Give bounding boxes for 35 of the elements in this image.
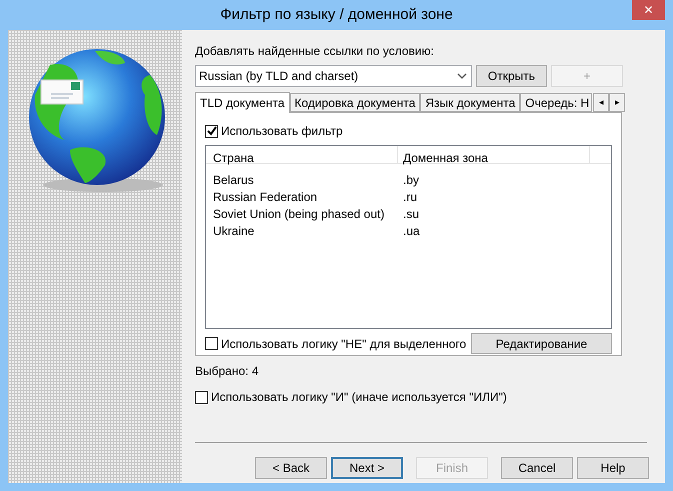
tab[interactable]: Очередь: Н bbox=[520, 93, 592, 112]
domain-cell-text: .su bbox=[402, 206, 420, 222]
checkmark-icon bbox=[206, 126, 216, 136]
condition-label: Добавлять найденные ссылки по условию: bbox=[195, 43, 435, 60]
wizard-button[interactable]: Cancel bbox=[501, 457, 573, 479]
condition-dropdown[interactable]: Russian (by TLD and charset) bbox=[195, 65, 472, 87]
selected-count: Выбрано: 4 bbox=[195, 363, 260, 380]
checkbox[interactable] bbox=[205, 124, 218, 138]
close-button[interactable]: ✕ bbox=[632, 0, 665, 20]
chevron-down-icon bbox=[457, 73, 467, 79]
checkbox[interactable] bbox=[195, 390, 208, 404]
tab-scroll-button[interactable]: ▸ bbox=[609, 93, 626, 112]
column-header[interactable]: Страна bbox=[206, 146, 398, 163]
checkbox[interactable] bbox=[205, 337, 218, 350]
window-title: Фильтр по языку / доменной зоне bbox=[220, 4, 453, 25]
domain-cell-text: .by bbox=[402, 172, 420, 188]
wizard-button[interactable]: Help bbox=[577, 457, 649, 479]
open-button[interactable]: Открыть bbox=[476, 65, 547, 87]
country-cell-text: Soviet Union (being phased out) bbox=[212, 206, 386, 222]
tab[interactable]: TLD документа bbox=[195, 92, 290, 113]
country-cell-text: Belarus bbox=[212, 172, 255, 188]
use-filter-label: Использовать фильтр bbox=[221, 123, 343, 140]
not-logic-label: Использовать логику "НЕ" для выделенного bbox=[221, 336, 466, 352]
domain-cell-text: .ua bbox=[402, 223, 420, 239]
tab-scroll-button[interactable]: ◂ bbox=[593, 93, 610, 112]
wizard-button[interactable]: < Back bbox=[255, 457, 327, 479]
wizard-button[interactable]: Next > bbox=[331, 457, 403, 479]
edit-button[interactable]: Редактирование bbox=[471, 333, 612, 354]
domain-cell-text: .ru bbox=[402, 189, 418, 205]
country-cell-text: Russian Federation bbox=[212, 189, 318, 205]
and-logic-label: Использовать логику "И" (иначе используется "ИЛИ") bbox=[211, 389, 507, 406]
column-header[interactable]: Доменная зона bbox=[398, 146, 590, 163]
tab[interactable]: Язык документа bbox=[420, 93, 520, 112]
tab[interactable]: Кодировка документа bbox=[290, 93, 420, 112]
country-cell-text: Ukraine bbox=[212, 223, 256, 239]
